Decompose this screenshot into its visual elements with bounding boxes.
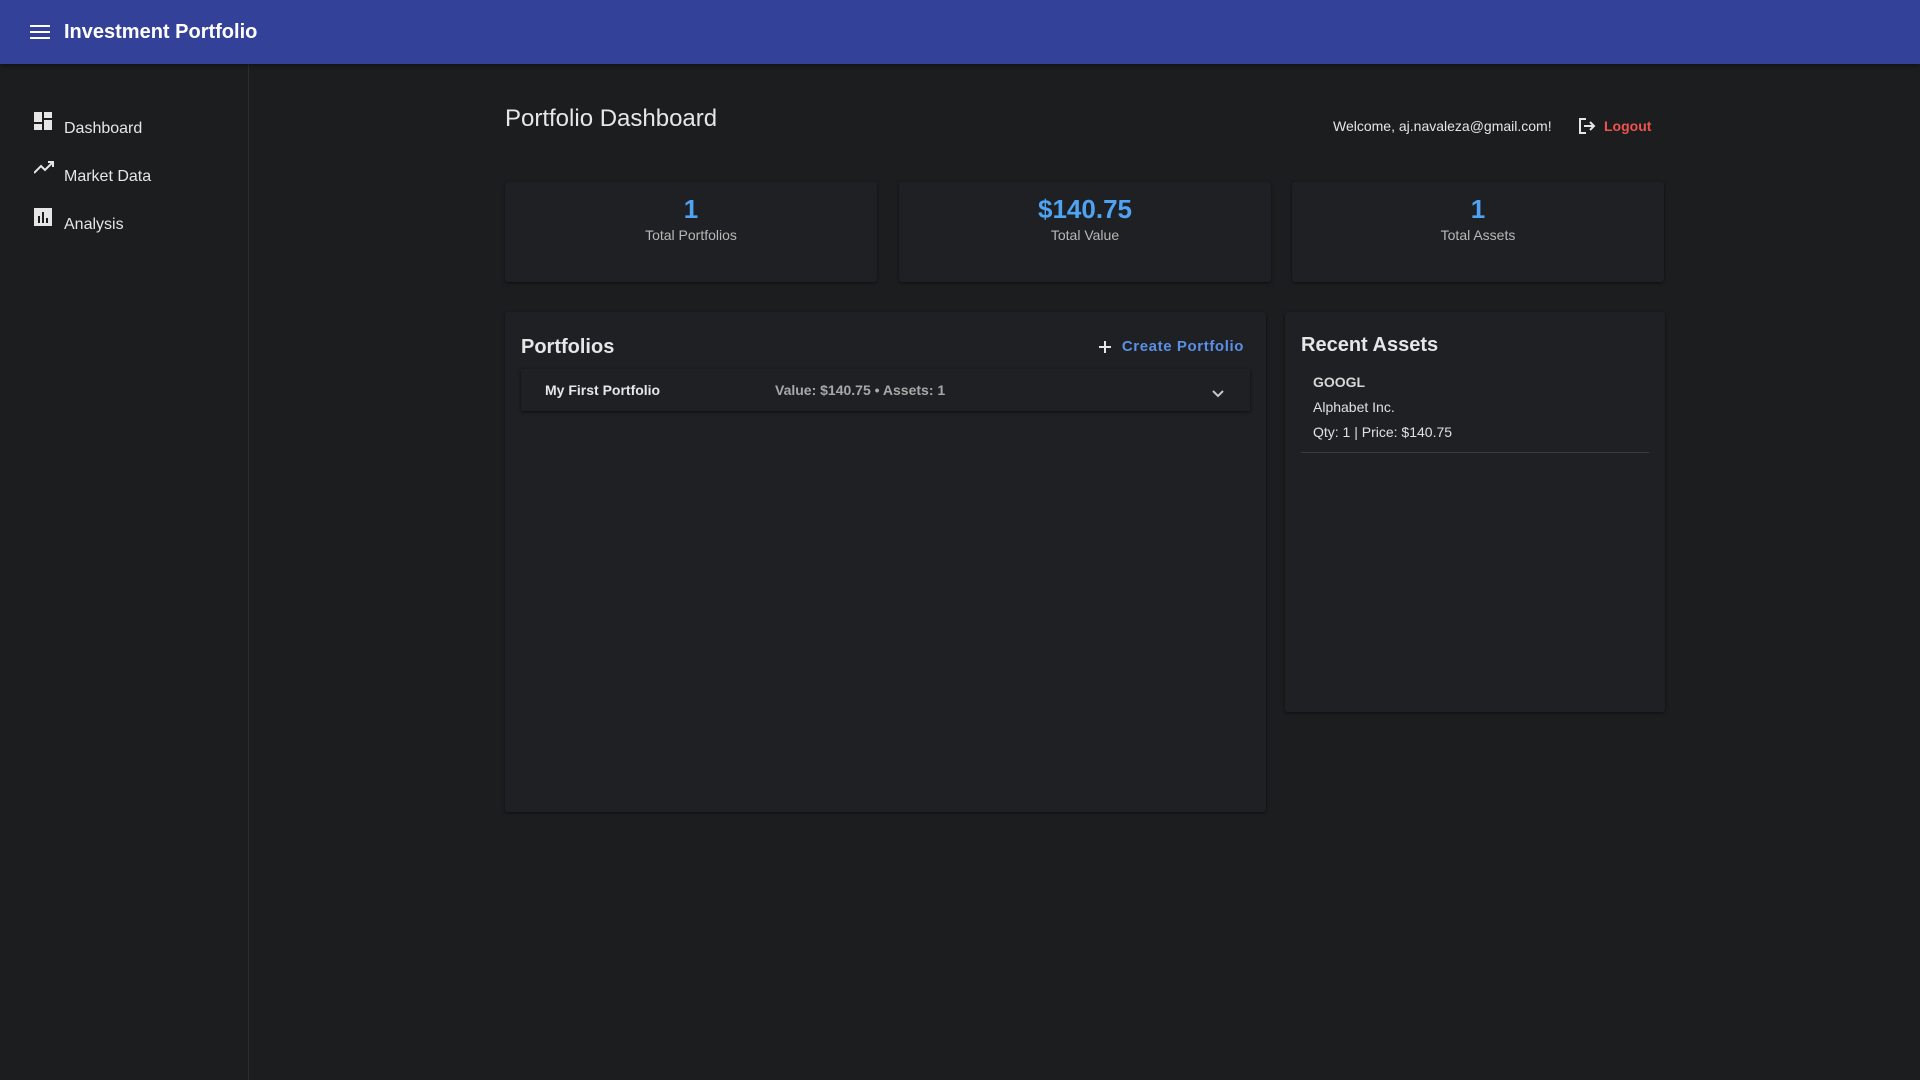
asset-detail: Qty: 1 | Price: $140.75 (1313, 424, 1453, 440)
logout-icon (1579, 118, 1596, 134)
sidebar-item-analysis[interactable]: Analysis (0, 194, 248, 242)
stat-card-total-value: $140.75 Total Value (899, 182, 1271, 282)
portfolios-panel: Portfolios Create Portfolio My First Por… (505, 312, 1266, 812)
app-title: Investment Portfolio (64, 20, 258, 43)
trending-up-icon (34, 160, 54, 186)
asset-symbol: GOOGL (1313, 374, 1366, 390)
stat-card-total-portfolios: 1 Total Portfolios (505, 182, 877, 282)
stat-label: Total Assets (1440, 227, 1516, 243)
sidebar-item-label: Dashboard (64, 120, 143, 137)
create-portfolio-label: Create Portfolio (1121, 338, 1244, 355)
sidebar: Dashboard Market Data Analysis (0, 64, 249, 1080)
plus-icon (1098, 340, 1111, 353)
stat-card-total-assets: 1 Total Assets (1292, 182, 1664, 282)
menu-icon (30, 25, 50, 39)
portfolio-name: My First Portfolio (545, 382, 661, 398)
app-bar: Investment Portfolio (0, 0, 1920, 64)
recent-assets-panel: Recent Assets GOOGL Alphabet Inc. Qty: 1… (1285, 312, 1665, 712)
chevron-down-icon[interactable] (1206, 381, 1230, 405)
sidebar-item-label: Market Data (64, 168, 152, 185)
sidebar-item-market-data[interactable]: Market Data (0, 146, 248, 194)
portfolio-summary: Value: $140.75 • Assets: 1 (775, 382, 946, 398)
bar-chart-icon (34, 208, 54, 234)
portfolios-title: Portfolios (521, 336, 615, 358)
logout-label: Logout (1604, 118, 1652, 134)
stat-value: 1 (1470, 194, 1486, 224)
recent-assets-title: Recent Assets (1301, 334, 1439, 356)
stat-value: $140.75 (1038, 194, 1132, 224)
dashboard-icon (34, 112, 54, 138)
asset-name: Alphabet Inc. (1313, 399, 1395, 415)
logout-button[interactable]: Logout (1578, 117, 1651, 135)
list-item: GOOGL Alphabet Inc. Qty: 1 | Price: $140… (1301, 372, 1649, 453)
stat-label: Total Portfolios (645, 227, 737, 243)
create-portfolio-button[interactable]: Create Portfolio (1098, 338, 1244, 355)
welcome-text: Welcome, aj.navaleza@gmail.com! (1333, 118, 1552, 134)
sidebar-item-dashboard[interactable]: Dashboard (0, 98, 248, 146)
stat-label: Total Value (1050, 227, 1120, 243)
menu-button[interactable] (20, 12, 60, 52)
sidebar-item-label: Analysis (64, 216, 124, 233)
stat-value: 1 (683, 194, 699, 224)
page-title: Portfolio Dashboard (505, 105, 718, 132)
portfolio-accordion-row[interactable]: My First Portfolio Value: $140.75 • Asse… (521, 369, 1250, 411)
